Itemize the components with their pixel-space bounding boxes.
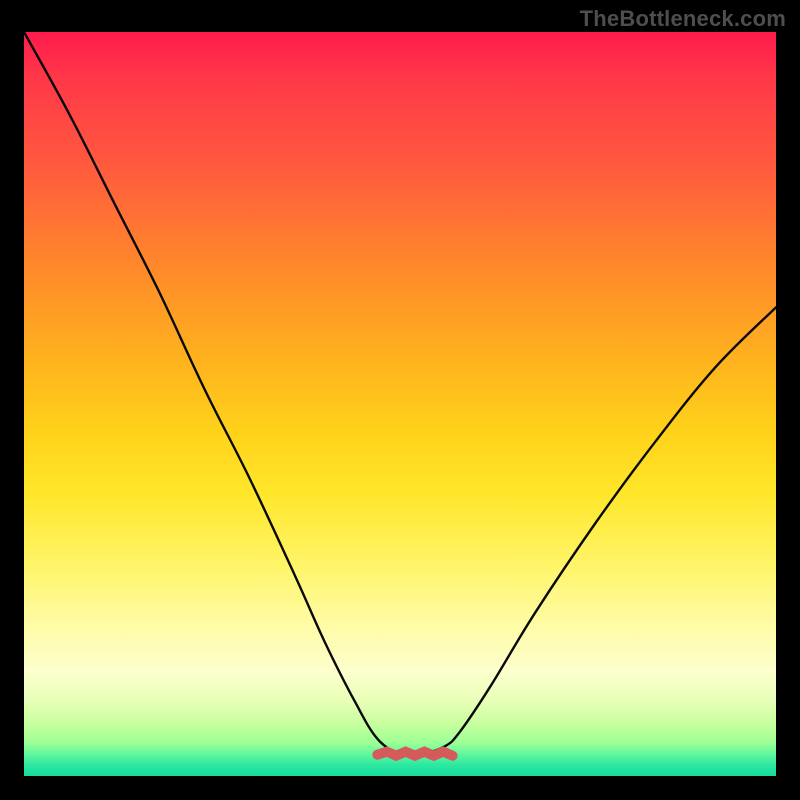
watermark-text: TheBottleneck.com (580, 6, 786, 32)
curve-layer (24, 32, 776, 776)
plot-area (24, 32, 776, 776)
minimum-marker (377, 752, 452, 756)
chart-frame: TheBottleneck.com (0, 0, 800, 800)
bottleneck-curve (24, 32, 776, 755)
